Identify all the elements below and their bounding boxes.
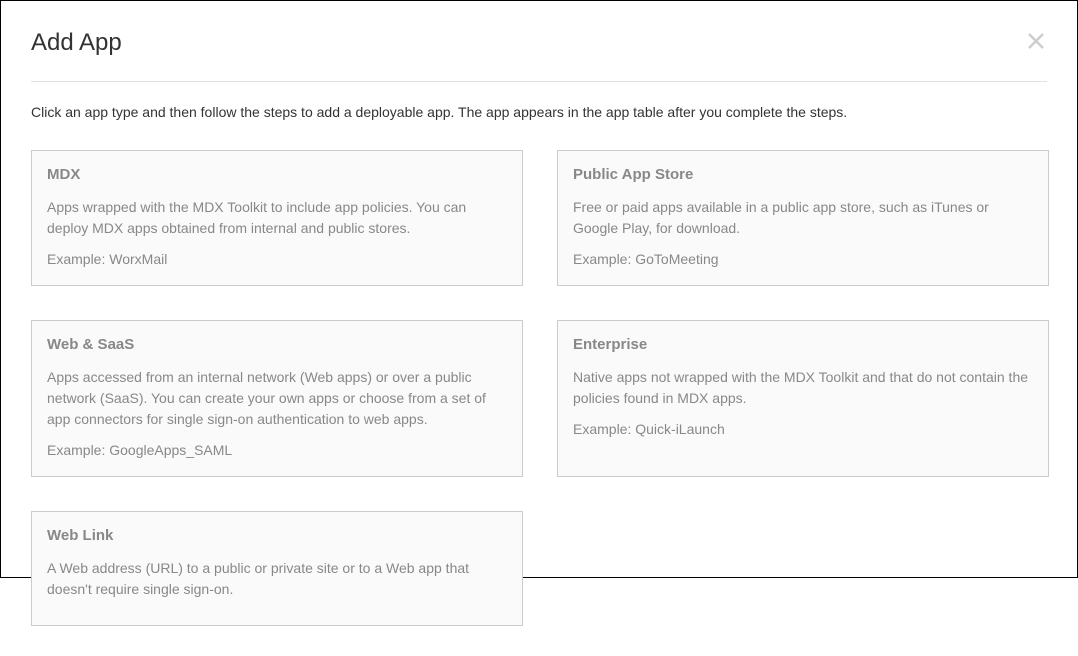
card-title: Enterprise — [573, 336, 1033, 353]
card-title: Web Link — [47, 527, 507, 544]
app-type-card-mdx[interactable]: MDX Apps wrapped with the MDX Toolkit to… — [31, 150, 523, 286]
card-title: MDX — [47, 166, 507, 183]
card-description: Apps wrapped with the MDX Toolkit to inc… — [47, 197, 507, 239]
card-title: Web & SaaS — [47, 336, 507, 353]
modal-title: Add App — [31, 29, 122, 57]
modal-header: Add App — [31, 29, 1047, 82]
app-type-card-enterprise[interactable]: Enterprise Native apps not wrapped with … — [557, 320, 1049, 477]
app-type-card-web-link[interactable]: Web Link A Web address (URL) to a public… — [31, 511, 523, 626]
card-example: Example: WorxMail — [47, 249, 507, 270]
card-example: Example: GoToMeeting — [573, 249, 1033, 270]
app-type-card-web-saas[interactable]: Web & SaaS Apps accessed from an interna… — [31, 320, 523, 477]
app-type-card-public-app-store[interactable]: Public App Store Free or paid apps avail… — [557, 150, 1049, 286]
card-description: A Web address (URL) to a public or priva… — [47, 558, 507, 600]
card-description: Apps accessed from an internal network (… — [47, 367, 507, 430]
add-app-modal: Add App Click an app type and then follo… — [1, 1, 1077, 656]
card-description: Free or paid apps available in a public … — [573, 197, 1033, 239]
card-example: Example: Quick-iLaunch — [573, 419, 1033, 440]
app-type-grid: MDX Apps wrapped with the MDX Toolkit to… — [31, 150, 1047, 626]
close-icon[interactable] — [1025, 29, 1047, 57]
card-title: Public App Store — [573, 166, 1033, 183]
card-example: Example: GoogleApps_SAML — [47, 440, 507, 461]
card-description: Native apps not wrapped with the MDX Too… — [573, 367, 1033, 409]
instruction-text: Click an app type and then follow the st… — [31, 104, 1047, 120]
